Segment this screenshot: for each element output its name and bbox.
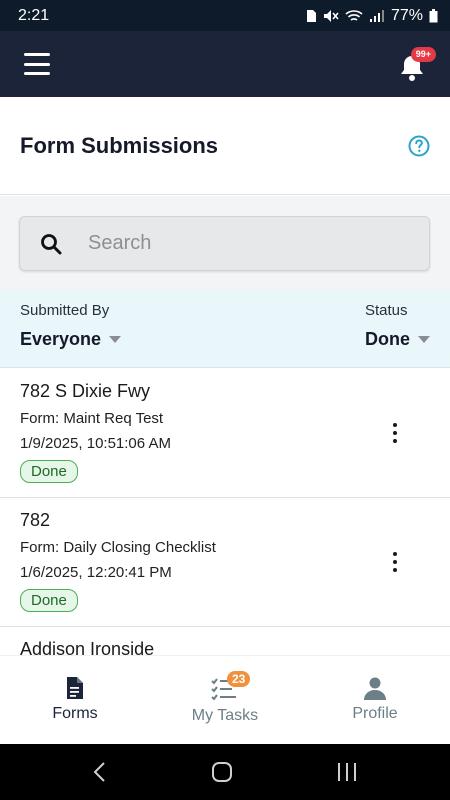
status-dropdown[interactable]: Done (365, 329, 430, 350)
submitted-by-dropdown[interactable]: Everyone (20, 329, 122, 350)
nav-profile-label: Profile (352, 705, 398, 722)
nav-forms[interactable]: Forms (15, 676, 135, 723)
status-icons: 77% (305, 7, 438, 25)
app-bar: 99+ (0, 31, 450, 97)
status-time: 2:21 (18, 6, 50, 24)
submission-title: 782 S Dixie Fwy (20, 381, 151, 401)
submission-form: Form: Daily Closing Checklist (20, 539, 216, 556)
nav-profile[interactable]: Profile (315, 676, 435, 723)
submission-date: 1/6/2025, 12:20:41 PM (20, 564, 172, 581)
sim-icon (306, 9, 316, 22)
status-label: Status (365, 302, 408, 319)
nav-my-tasks-label: My Tasks (191, 707, 259, 724)
bottom-nav: Forms 23 My Tasks Profile (0, 655, 450, 744)
document-icon (67, 677, 83, 699)
submission-title: 782 (20, 510, 51, 530)
search-icon (41, 233, 62, 254)
list-item[interactable]: 782 Form: Daily Closing Checklist 1/6/20… (0, 498, 450, 627)
status-filter: Status Done (365, 302, 430, 367)
signal-icon (369, 9, 384, 22)
status-value: Done (365, 329, 410, 349)
mute-icon (323, 9, 339, 22)
notifications-button[interactable]: 99+ (394, 46, 436, 82)
filter-bar: Submitted By Everyone Status Done (0, 290, 450, 368)
search-box[interactable] (19, 216, 430, 271)
status-badge: Done (20, 460, 78, 483)
search-input[interactable] (88, 232, 388, 255)
chevron-down-icon (418, 336, 430, 343)
nav-forms-label: Forms (52, 705, 98, 722)
status-badge: Done (20, 589, 78, 612)
chevron-down-icon (109, 336, 122, 343)
page-title: Form Submissions (20, 132, 219, 158)
more-options-icon[interactable] (390, 552, 400, 572)
submission-form: Form: Maint Req Test (20, 410, 164, 427)
battery-percent: 77% (390, 6, 423, 24)
more-options-icon[interactable] (390, 423, 400, 443)
home-icon[interactable] (211, 761, 233, 783)
submitted-by-value: Everyone (20, 329, 102, 349)
system-nav-bar (0, 744, 450, 800)
person-icon (364, 677, 386, 700)
tasks-icon-wrap: 23 (211, 671, 251, 702)
notification-badge: 99+ (410, 47, 436, 62)
wifi-icon (345, 9, 363, 21)
submission-date: 1/9/2025, 10:51:06 AM (20, 435, 171, 452)
submitted-by-label: Submitted By (20, 302, 110, 319)
battery-icon (429, 8, 438, 22)
submission-list: 782 S Dixie Fwy Form: Maint Req Test 1/9… (0, 369, 450, 655)
tasks-count-badge: 23 (227, 671, 251, 687)
help-icon[interactable] (408, 135, 430, 157)
list-item[interactable]: 782 S Dixie Fwy Form: Maint Req Test 1/9… (0, 369, 450, 498)
title-area: Form Submissions (0, 97, 450, 195)
hamburger-menu-icon[interactable] (24, 53, 50, 75)
back-icon[interactable] (92, 761, 108, 783)
status-bar: 2:21 77% (0, 0, 450, 31)
list-item[interactable]: Addison Ironside (0, 627, 450, 655)
submitted-by-filter: Submitted By Everyone (20, 302, 122, 367)
submission-title: Addison Ironside (20, 639, 155, 655)
recents-icon[interactable] (336, 762, 358, 782)
search-area (0, 196, 450, 290)
nav-my-tasks[interactable]: 23 My Tasks (165, 671, 285, 725)
